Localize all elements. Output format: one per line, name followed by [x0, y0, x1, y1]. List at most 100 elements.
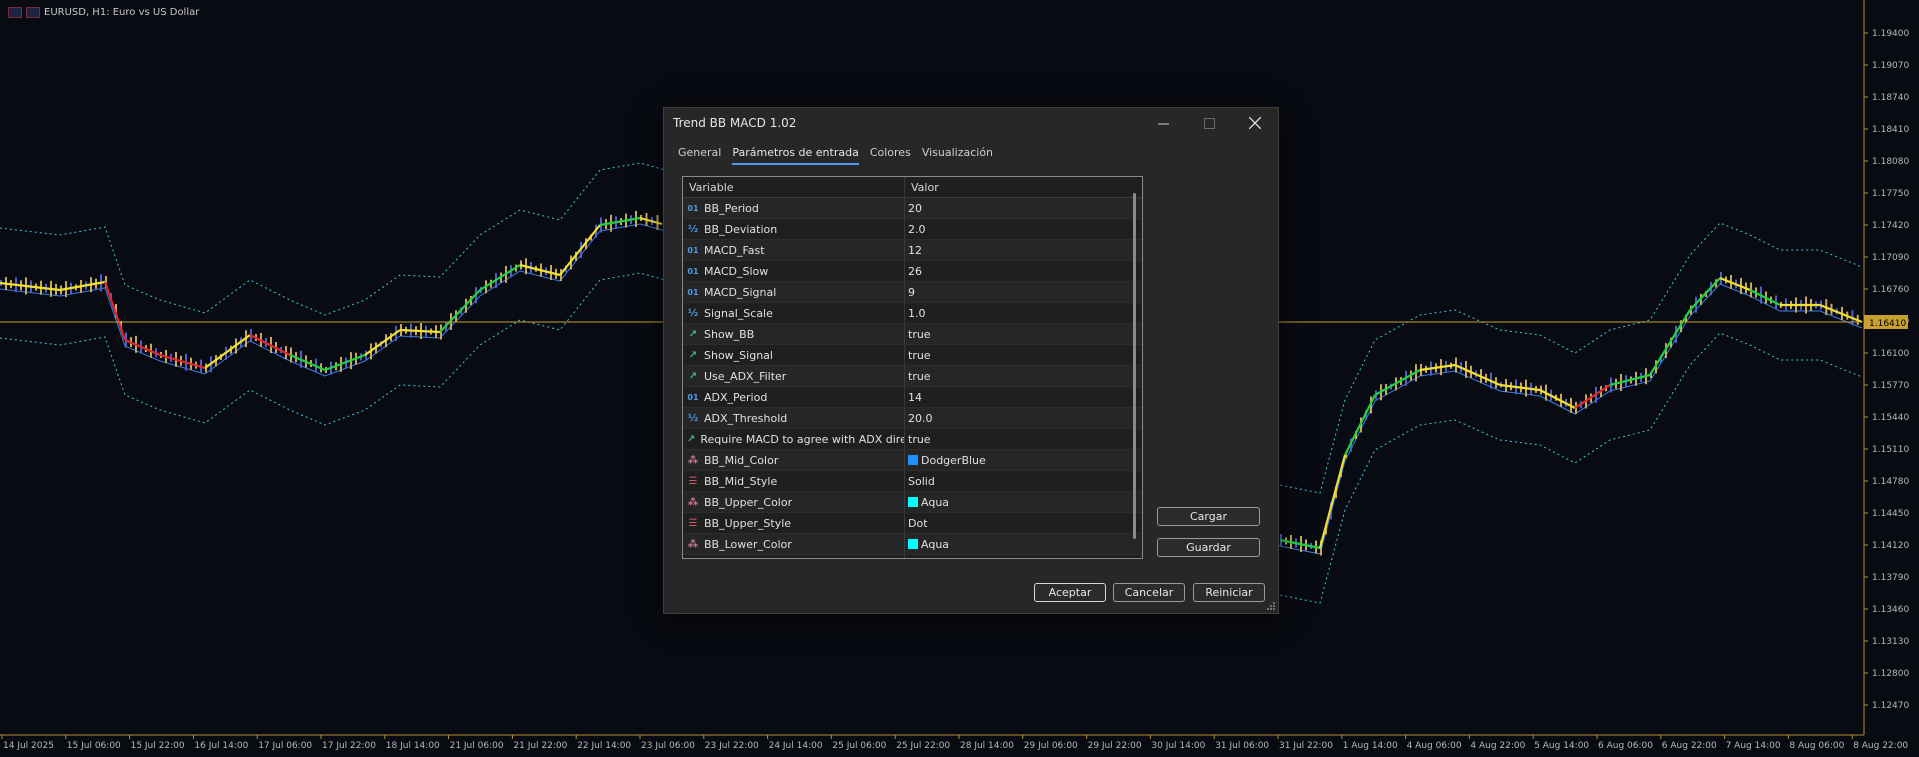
- current-price-label: 1.16410: [1869, 319, 1906, 329]
- param-type-dbl-icon: ½: [687, 412, 699, 424]
- param-name: BB_Mid_Color: [704, 453, 779, 467]
- param-name-cell: ☰ BB_Upper_Style: [683, 513, 905, 533]
- param-value-cell[interactable]: Aqua: [905, 492, 1142, 512]
- save-button[interactable]: Guardar: [1157, 538, 1260, 557]
- param-row[interactable]: ⁂ BB_Lower_Color Aqua: [683, 534, 1142, 555]
- param-value-cell[interactable]: DodgerBlue: [905, 450, 1142, 470]
- param-row[interactable]: ⁂ BB_Mid_Color DodgerBlue: [683, 450, 1142, 471]
- param-row[interactable]: ↗ Require MACD to agree with ADX direc...…: [683, 429, 1142, 450]
- param-value-cell[interactable]: Solid: [905, 471, 1142, 491]
- price-tick-label: 1.19400: [1872, 29, 1909, 39]
- param-type-int-icon: 01: [687, 266, 699, 276]
- price-tick-label: 1.14120: [1872, 541, 1909, 551]
- accept-button[interactable]: Aceptar: [1034, 583, 1106, 602]
- column-header-value[interactable]: Valor: [905, 177, 1142, 197]
- symbol-icon: [26, 7, 40, 18]
- chart-title: EURUSD, H1: Euro vs US Dollar: [8, 7, 199, 18]
- load-button[interactable]: Cargar: [1157, 507, 1260, 526]
- param-row[interactable]: ½ BB_Deviation 2.0: [683, 219, 1142, 240]
- param-value-cell[interactable]: true: [905, 345, 1142, 365]
- param-value-cell[interactable]: true: [905, 324, 1142, 344]
- param-value-cell[interactable]: Dot: [905, 555, 1142, 558]
- param-value: Dot: [908, 516, 928, 530]
- param-row[interactable]: 01 MACD_Fast 12: [683, 240, 1142, 261]
- time-tick-label: 31 Jul 06:00: [1215, 741, 1269, 751]
- param-row[interactable]: 01 BB_Period 20: [683, 198, 1142, 219]
- param-name: MACD_Slow: [704, 264, 769, 278]
- param-name-cell: ☰BB_Lower_Style: [683, 555, 905, 558]
- param-value-cell[interactable]: 20: [905, 198, 1142, 218]
- time-tick-label: 7 Aug 14:00: [1726, 741, 1781, 751]
- param-row[interactable]: ↗ Show_Signal true: [683, 345, 1142, 366]
- param-row[interactable]: ½ Signal_Scale 1.0: [683, 303, 1142, 324]
- time-tick-label: 31 Jul 22:00: [1279, 741, 1333, 751]
- param-type-style-icon: ☰: [688, 517, 698, 529]
- maximize-button[interactable]: [1186, 108, 1232, 138]
- param-value: Aqua: [921, 495, 950, 509]
- price-tick-label: 1.17750: [1872, 189, 1909, 199]
- price-tick-label: 1.15770: [1872, 381, 1909, 391]
- tab-general[interactable]: General: [678, 146, 721, 165]
- param-name-cell: 01 MACD_Slow: [683, 261, 905, 281]
- color-swatch: [908, 455, 918, 465]
- param-row[interactable]: ☰ BB_Mid_Style Solid: [683, 471, 1142, 492]
- close-button[interactable]: [1232, 108, 1278, 138]
- param-value-cell[interactable]: 20.0: [905, 408, 1142, 428]
- param-type-bool-icon: ↗: [688, 349, 698, 361]
- param-name-cell: ↗ Use_ADX_Filter: [683, 366, 905, 386]
- param-value: true: [908, 432, 931, 446]
- param-value-cell[interactable]: 12: [905, 240, 1142, 260]
- param-name: MACD_Fast: [704, 243, 765, 257]
- param-name: BB_Period: [704, 201, 759, 215]
- param-value-cell[interactable]: 14: [905, 387, 1142, 407]
- parameters-grid[interactable]: Variable Valor 01 BB_Period 20 ½ BB_Deviatio…: [682, 176, 1143, 559]
- param-row[interactable]: 01 MACD_Signal 9: [683, 282, 1142, 303]
- param-name: ADX_Threshold: [704, 411, 788, 425]
- resize-grip-icon[interactable]: [1267, 602, 1276, 611]
- param-type-color-icon: ⁂: [687, 454, 699, 466]
- param-row[interactable]: ↗ Show_BB true: [683, 324, 1142, 345]
- param-value-cell[interactable]: 2.0: [905, 219, 1142, 239]
- param-row[interactable]: ↗ Use_ADX_Filter true: [683, 366, 1142, 387]
- param-type-style-icon: ☰: [688, 475, 698, 487]
- param-row[interactable]: ☰ BB_Upper_Style Dot: [683, 513, 1142, 534]
- param-name-cell: ↗ Show_BB: [683, 324, 905, 344]
- indicator-dialog[interactable]: Trend BB MACD 1.02 General Parámetros de…: [663, 107, 1279, 614]
- param-value-cell[interactable]: 1.0: [905, 303, 1142, 323]
- param-name-cell: 01 MACD_Fast: [683, 240, 905, 260]
- param-row[interactable]: ⁂ BB_Upper_Color Aqua: [683, 492, 1142, 513]
- tab-input-parameters[interactable]: Parámetros de entrada: [732, 146, 859, 165]
- param-row[interactable]: ☰BB_Lower_StyleDot: [683, 555, 1142, 558]
- param-value-cell[interactable]: true: [905, 366, 1142, 386]
- time-tick-label: 8 Aug 06:00: [1789, 741, 1844, 751]
- price-tick-label: 1.13460: [1872, 605, 1909, 615]
- param-type-int-icon: 01: [687, 287, 699, 297]
- param-value-cell[interactable]: Aqua: [905, 534, 1142, 554]
- column-header-variable[interactable]: Variable: [683, 177, 905, 197]
- param-row[interactable]: 01 ADX_Period 14: [683, 387, 1142, 408]
- param-row[interactable]: 01 MACD_Slow 26: [683, 261, 1142, 282]
- tab-colors[interactable]: Colores: [870, 146, 911, 165]
- param-row[interactable]: ½ ADX_Threshold 20.0: [683, 408, 1142, 429]
- time-tick-label: 1 Aug 14:00: [1343, 741, 1398, 751]
- param-value-cell[interactable]: Dot: [905, 513, 1142, 533]
- cancel-button[interactable]: Cancelar: [1113, 583, 1185, 602]
- param-value-cell[interactable]: 9: [905, 282, 1142, 302]
- minimize-button[interactable]: [1140, 108, 1186, 138]
- tab-visualization[interactable]: Visualización: [922, 146, 993, 165]
- time-tick-label: 8 Aug 22:00: [1853, 741, 1908, 751]
- time-tick-label: 18 Jul 14:00: [386, 741, 440, 751]
- grid-scrollbar[interactable]: [1133, 193, 1136, 539]
- time-tick-label: 29 Jul 22:00: [1088, 741, 1142, 751]
- reset-button[interactable]: Reiniciar: [1193, 583, 1265, 602]
- dialog-titlebar[interactable]: Trend BB MACD 1.02: [664, 108, 1278, 138]
- time-tick-label: 14 Jul 2025: [3, 741, 54, 751]
- param-name: MACD_Signal: [704, 285, 777, 299]
- price-tick-label: 1.18740: [1872, 93, 1909, 103]
- param-value-cell[interactable]: true: [905, 429, 1142, 449]
- param-value-cell[interactable]: 26: [905, 261, 1142, 281]
- time-tick-label: 21 Jul 06:00: [450, 741, 504, 751]
- param-value: 2.0: [908, 222, 926, 236]
- param-name-cell: 01 ADX_Period: [683, 387, 905, 407]
- chart-title-text: EURUSD, H1: Euro vs US Dollar: [44, 7, 200, 18]
